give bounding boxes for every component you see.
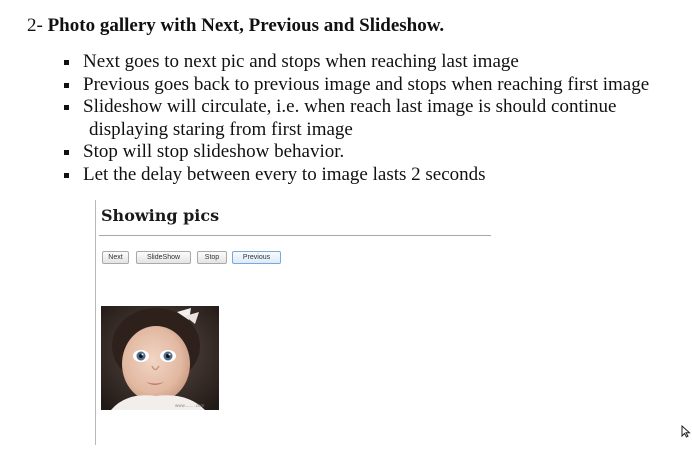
next-button[interactable]: Next [102, 251, 129, 264]
requirement-item: Next goes to next pic and stops when rea… [61, 51, 681, 74]
requirement-item: Slideshow will circulate, i.e. when reac… [61, 96, 681, 141]
demo-left-border [95, 200, 96, 445]
bullet-icon [64, 60, 69, 65]
slideshow-button[interactable]: SlideShow [136, 251, 191, 264]
requirement-text: Stop will stop slideshow behavior. [83, 141, 345, 162]
mouse-pointer-icon [681, 424, 691, 438]
requirement-item: Previous goes back to previous image and… [61, 74, 681, 97]
bullet-icon [64, 150, 69, 155]
exercise-title: Photo gallery with Next, Previous and Sl… [47, 15, 445, 36]
demo-page-title: Showing pics [101, 206, 220, 225]
demo-title-divider [99, 235, 491, 236]
requirement-text: Previous goes back to previous image and… [83, 73, 650, 95]
gallery-image: www.........com [101, 306, 219, 410]
exercise-heading: 2- Photo gallery with Next, Previous and… [27, 14, 444, 38]
requirement-continuation: displaying staring from first image [89, 118, 353, 140]
requirement-item: Let the delay between every to image las… [61, 164, 681, 187]
requirement-text: Slideshow will circulate, i.e. when reac… [83, 96, 617, 117]
requirement-item: Stop will stop slideshow behavior. [61, 141, 681, 164]
image-watermark: www.........com [175, 403, 205, 408]
bullet-icon [64, 105, 69, 110]
previous-button[interactable]: Previous [232, 251, 281, 264]
bullet-icon [64, 172, 69, 178]
stop-button[interactable]: Stop [197, 251, 227, 264]
requirement-text: Let the delay between every to image las… [83, 163, 486, 185]
requirement-text: Next goes to next pic and stops when rea… [83, 51, 519, 72]
bullet-icon [64, 82, 69, 88]
requirements-list: Next goes to next pic and stops when rea… [61, 51, 681, 186]
exercise-number: 2- [27, 15, 43, 36]
